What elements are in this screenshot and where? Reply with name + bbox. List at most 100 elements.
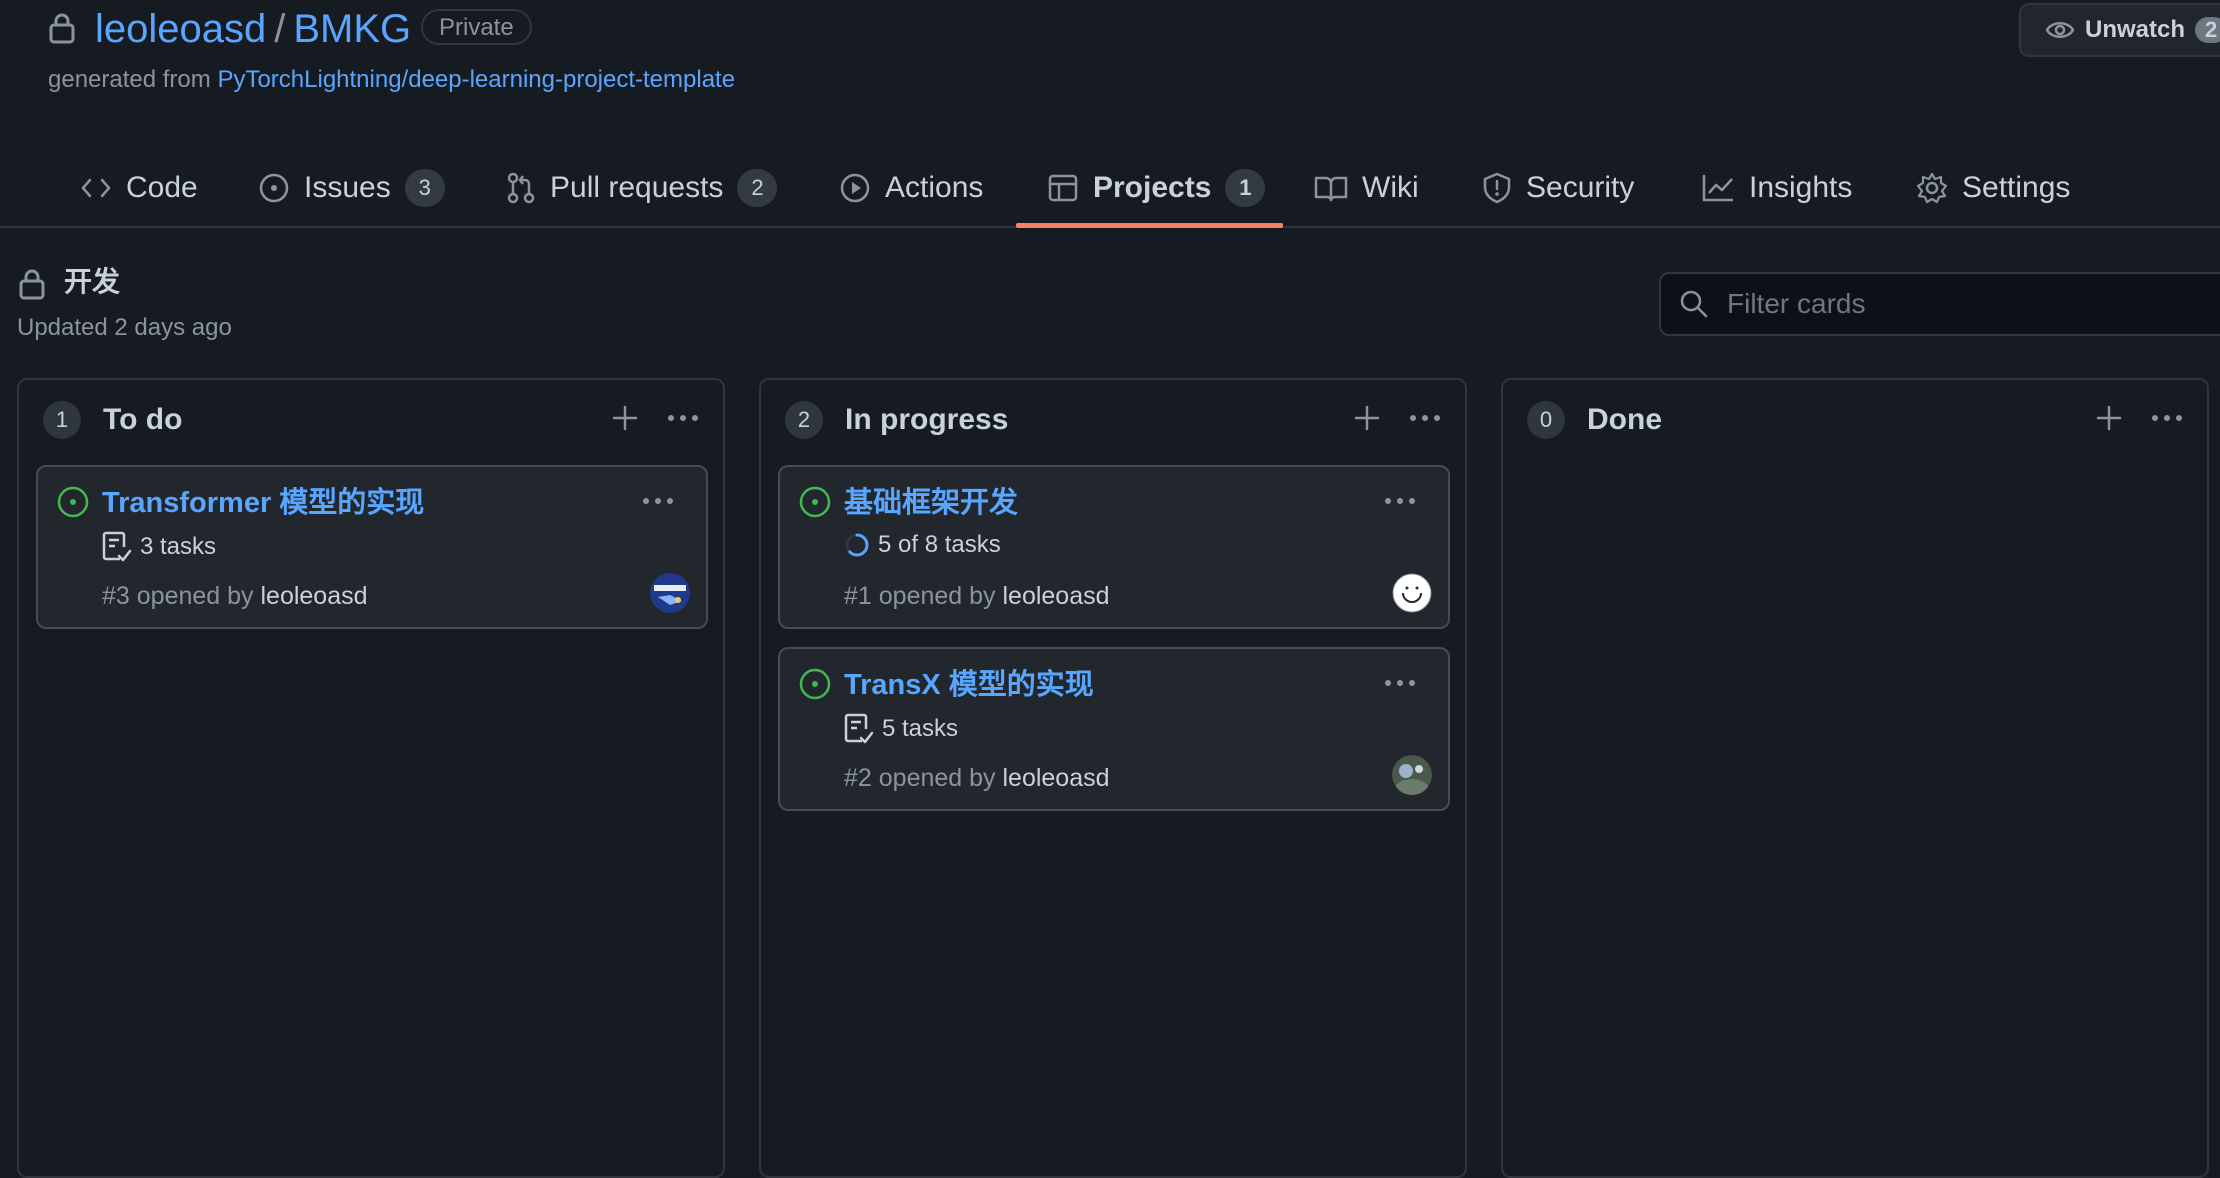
avatar[interactable] [1392,573,1432,613]
eye-icon [2045,19,2075,41]
tab-label: Security [1526,171,1635,204]
tab-projects[interactable]: Projects 1 [1047,148,1266,228]
add-card-button[interactable] [2095,404,2123,432]
checklist-icon [844,713,874,745]
author-link[interactable]: leoleoasd [1002,764,1109,792]
tasks-label: 5 tasks [882,715,959,742]
project-updated: Updated 2 days ago [17,314,232,341]
column-menu-button[interactable] [665,404,701,432]
tab-pull-requests[interactable]: Pull requests 2 [506,148,778,228]
tab-label: Insights [1749,171,1853,204]
project-title: 开发 [64,266,121,297]
pull-requests-count-badge: 2 [737,169,778,207]
column-name: Done [1587,403,1662,436]
card-menu-button[interactable] [1382,669,1418,697]
tab-label: Pull requests [550,171,724,204]
progress-ring-icon [844,532,870,558]
template-repo-link[interactable]: PyTorchLightning/deep-learning-project-t… [217,66,735,93]
tab-label: Projects [1093,171,1212,204]
card-title-link[interactable]: TransX 模型的实现 [844,665,1094,705]
shield-icon [1482,172,1512,204]
author-link[interactable]: leoleoasd [1002,582,1109,610]
tab-settings[interactable]: Settings [1916,148,2070,228]
tab-label: Actions [885,171,984,204]
avatar[interactable] [1392,755,1432,795]
selected-tab-indicator [1016,223,1283,228]
column-todo: 1 To do Transformer 模型的实现 3 tasks #3 ope… [17,378,725,1178]
column-count: 0 [1527,401,1565,439]
tasks-label: 5 of 8 tasks [878,531,1001,558]
checklist-icon [102,531,132,563]
repo-name-link[interactable]: BMKG [293,7,411,51]
opened-by-label: opened by [871,582,1003,610]
column-done: 0 Done [1501,378,2209,1178]
tab-label: Issues [304,171,391,204]
repo-title: leoleoasd / BMKG [95,4,411,54]
pull-request-icon [506,172,536,204]
add-card-button[interactable] [1353,404,1381,432]
table-icon [1047,172,1079,204]
search-icon [1679,289,1709,319]
watchers-count: 2 [2195,17,2220,43]
card-menu-button[interactable] [640,487,676,515]
column-menu-button[interactable] [2149,404,2185,432]
filter-cards-input[interactable] [1725,287,2220,321]
tab-security[interactable]: Security [1482,148,1634,228]
column-header: 1 To do [19,380,723,460]
column-name: To do [103,403,183,436]
gear-icon [1916,172,1948,204]
issue-icon [258,172,290,204]
graph-icon [1701,173,1735,203]
code-icon [80,175,112,201]
card-meta: #1 opened by leoleoasd [844,579,1110,613]
issue-card[interactable]: Transformer 模型的实现 3 tasks #3 opened by l… [36,465,708,629]
book-icon [1314,174,1348,202]
tab-label: Settings [1962,171,2071,204]
issue-number: #1 [844,582,872,610]
lock-icon [48,12,76,44]
card-tasks: 3 tasks [102,531,216,563]
play-icon [839,172,871,204]
tab-code[interactable]: Code [80,148,198,228]
tab-actions[interactable]: Actions [839,148,983,228]
open-issue-icon [56,485,90,519]
issue-card[interactable]: TransX 模型的实现 5 tasks #2 opened by leoleo… [778,647,1450,811]
visibility-badge: Private [421,9,532,45]
project-lock-icon [18,268,46,300]
tab-label: Code [126,171,198,204]
card-meta: #2 opened by leoleoasd [844,761,1110,795]
card-title-link[interactable]: 基础框架开发 [844,483,1018,523]
unwatch-button[interactable]: Unwatch 2 [2019,3,2220,57]
column-count: 1 [43,401,81,439]
repo-owner-link[interactable]: leoleoasd [95,7,266,51]
tasks-label: 3 tasks [140,533,217,560]
column-in-progress: 2 In progress 基础框架开发 5 of 8 tasks #1 ope… [759,378,1467,1178]
generated-from-label: generated from [48,66,218,93]
issue-number: #3 [102,582,130,610]
opened-by-label: opened by [129,582,261,610]
repo-nav: Code Issues 3 Pull requests 2 Actions Pr… [0,148,2220,228]
column-header: 2 In progress [761,380,1465,460]
column-header: 0 Done [1503,380,2207,460]
issue-number: #2 [844,764,872,792]
author-link[interactable]: leoleoasd [260,582,367,610]
tab-issues[interactable]: Issues 3 [258,148,445,228]
card-meta: #3 opened by leoleoasd [102,579,368,613]
card-title-link[interactable]: Transformer 模型的实现 [102,483,424,523]
card-tasks: 5 of 8 tasks [844,531,1001,559]
tab-label: Wiki [1362,171,1419,204]
projects-count-badge: 1 [1225,169,1266,207]
filter-cards-field[interactable] [1659,272,2220,336]
card-menu-button[interactable] [1382,487,1418,515]
issues-count-badge: 3 [404,169,445,207]
column-menu-button[interactable] [1407,404,1443,432]
avatar[interactable] [650,573,690,613]
open-issue-icon [798,667,832,701]
issue-card[interactable]: 基础框架开发 5 of 8 tasks #1 opened by leoleoa… [778,465,1450,629]
generated-from: generated from PyTorchLightning/deep-lea… [48,64,735,96]
tab-wiki[interactable]: Wiki [1314,148,1419,228]
add-card-button[interactable] [611,404,639,432]
open-issue-icon [798,485,832,519]
tab-insights[interactable]: Insights [1701,148,1852,228]
opened-by-label: opened by [871,764,1003,792]
